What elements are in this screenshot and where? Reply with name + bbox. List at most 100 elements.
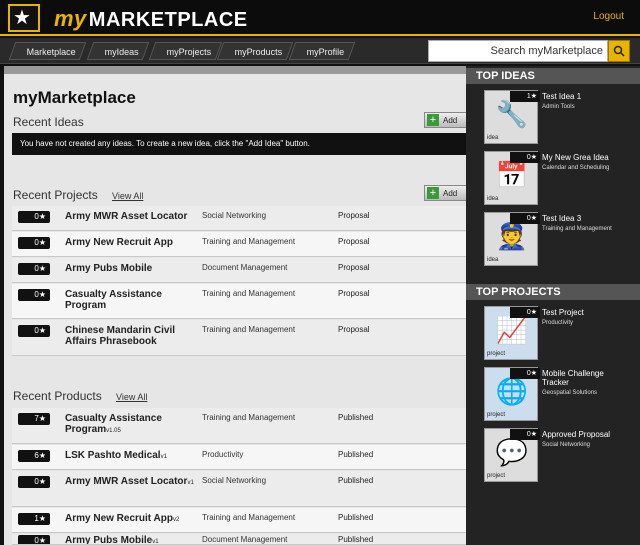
top-ideas-heading: TOP IDEAS — [466, 68, 640, 84]
project-category: Training and Management — [202, 325, 296, 334]
search-button[interactable] — [608, 40, 630, 62]
tab-myprojects[interactable]: myProjects — [148, 42, 222, 60]
top-idea-category: Calendar and Scheduling — [542, 165, 610, 171]
project-status: Proposal — [338, 237, 370, 246]
chart-icon: 📈 — [495, 315, 529, 345]
plus-icon: + — [427, 187, 439, 199]
top-idea-category: Training and Management — [542, 226, 612, 232]
tab-marketplace[interactable]: Marketplace — [8, 42, 87, 60]
no-ideas-message: You have not created any ideas. To creat… — [12, 133, 470, 155]
top-project-title[interactable]: Test Project — [542, 308, 584, 317]
globe-icon: 🌐 — [495, 376, 529, 406]
rating-badge: 7★ — [18, 413, 50, 425]
product-category: Training and Management — [202, 413, 296, 422]
product-status: Published — [338, 450, 374, 459]
project-tag: project — [487, 351, 506, 357]
rating-badge: 6★ — [18, 450, 50, 462]
tab-myprofile[interactable]: myProfile — [288, 42, 355, 60]
project-name[interactable]: Army MWR Asset Locator — [65, 211, 200, 222]
top-project-title[interactable]: Approved Proposal — [542, 430, 610, 439]
product-name[interactable]: Casualty Assistance Programv1.05 — [65, 413, 200, 437]
project-name[interactable]: Casualty Assistance Program — [65, 289, 200, 311]
top-idea-category: Admin Tools — [542, 104, 575, 110]
products-view-all-link[interactable]: View All — [116, 392, 147, 402]
product-version: v1 — [160, 454, 167, 460]
project-category: Social Networking — [202, 211, 267, 220]
projects-view-all-link[interactable]: View All — [112, 191, 143, 201]
project-status: Proposal — [338, 289, 370, 298]
tab-myprofile-label: myProfile — [306, 47, 345, 57]
tab-myideas-label: myIdeas — [104, 47, 139, 57]
rating-badge: 0★ — [18, 476, 50, 488]
rating-badge: 0★ — [510, 213, 540, 224]
product-row[interactable]: 1★ Army New Recruit Appv2 Training and M… — [12, 508, 470, 533]
product-version: v2 — [172, 517, 180, 523]
star-icon: ★ — [13, 7, 31, 29]
project-tag: project — [487, 412, 506, 418]
brand-prefix: my — [54, 6, 87, 31]
logout-link[interactable]: Logout — [593, 11, 624, 22]
rating-badge: 0★ — [18, 211, 50, 223]
tab-myproducts[interactable]: myProducts — [216, 42, 293, 60]
plus-icon: + — [427, 114, 439, 126]
project-name[interactable]: Army Pubs Mobile — [65, 263, 200, 274]
product-row[interactable]: 6★ LSK Pashto Medicalv1 Productivity Pub… — [12, 445, 470, 470]
product-name[interactable]: Army Pubs Mobilev1 — [65, 535, 200, 545]
product-row[interactable]: 0★ Army Pubs Mobilev1 Document Managemen… — [12, 534, 470, 545]
product-name[interactable]: Army New Recruit Appv2 — [65, 513, 200, 526]
product-version: v1.05 — [106, 428, 121, 434]
page-title: myMarketplace — [13, 88, 136, 107]
rating-badge: 0★ — [510, 307, 540, 318]
search-icon — [613, 45, 625, 57]
tab-myprojects-label: myProjects — [166, 47, 212, 57]
chat-bubble-icon: 💬 — [495, 437, 529, 467]
product-category: Document Management — [202, 535, 288, 544]
product-category: Social Networking — [202, 476, 267, 485]
tab-myideas[interactable]: myIdeas — [86, 42, 150, 60]
project-row[interactable]: 0★ Chinese Mandarin Civil Affairs Phrase… — [12, 320, 470, 356]
project-row[interactable]: 0★ Army MWR Asset Locator Social Network… — [12, 206, 470, 231]
project-name[interactable]: Army New Recruit App — [65, 237, 200, 248]
add-idea-label: Add — [443, 116, 458, 125]
project-category: Training and Management — [202, 289, 296, 298]
top-idea-title[interactable]: My New Grea Idea — [542, 153, 609, 162]
add-project-button[interactable]: + Add — [424, 185, 470, 201]
recent-products-title: Recent Products — [13, 389, 102, 403]
top-idea-title[interactable]: Test Idea 3 — [542, 214, 581, 223]
product-version: v1 — [152, 539, 159, 545]
project-category: Training and Management — [202, 237, 296, 246]
top-project-title[interactable]: Mobile Challenge Tracker — [542, 369, 632, 387]
product-status: Published — [338, 413, 374, 422]
top-project-category: Geospatial Solutions — [542, 390, 598, 396]
product-name[interactable]: LSK Pashto Medicalv1 — [65, 450, 200, 463]
product-row[interactable]: 7★ Casualty Assistance Programv1.05 Trai… — [12, 408, 470, 444]
calendar-icon: 📅 — [495, 160, 529, 190]
product-name-text: LSK Pashto Medical — [65, 450, 161, 461]
project-status: Proposal — [338, 211, 370, 220]
product-row[interactable]: 0★ Army MWR Asset Locatorv1 Social Netwo… — [12, 471, 470, 507]
project-row[interactable]: 0★ Casualty Assistance Program Training … — [12, 284, 470, 319]
army-logo[interactable]: ★ — [8, 4, 40, 32]
product-category: Training and Management — [202, 513, 296, 522]
project-status: Proposal — [338, 325, 370, 334]
project-status: Proposal — [338, 263, 370, 272]
add-project-label: Add — [443, 189, 458, 198]
project-row[interactable]: 0★ Army New Recruit App Training and Man… — [12, 232, 470, 257]
search-input[interactable]: Search myMarketplace — [428, 40, 608, 62]
idea-tag: idea — [487, 135, 499, 141]
rating-badge: 0★ — [18, 263, 50, 275]
product-name[interactable]: Army MWR Asset Locatorv1 — [65, 476, 200, 489]
wrench-icon: 🔧 — [495, 99, 529, 129]
project-row[interactable]: 0★ Army Pubs Mobile Document Management … — [12, 258, 470, 283]
rating-badge: 0★ — [18, 325, 50, 337]
rating-badge: 0★ — [510, 429, 540, 440]
project-name[interactable]: Chinese Mandarin Civil Affairs Phraseboo… — [65, 325, 200, 347]
top-idea-title[interactable]: Test Idea 1 — [542, 92, 581, 101]
top-projects-heading: TOP PROJECTS — [466, 284, 640, 300]
rating-badge: 0★ — [510, 368, 540, 379]
rating-badge: 0★ — [18, 237, 50, 249]
idea-tag: idea — [487, 257, 499, 263]
idea-tag: idea — [487, 196, 499, 202]
brand-title[interactable]: my MARKETPLACE — [54, 6, 248, 32]
add-idea-button[interactable]: + Add — [424, 112, 470, 128]
